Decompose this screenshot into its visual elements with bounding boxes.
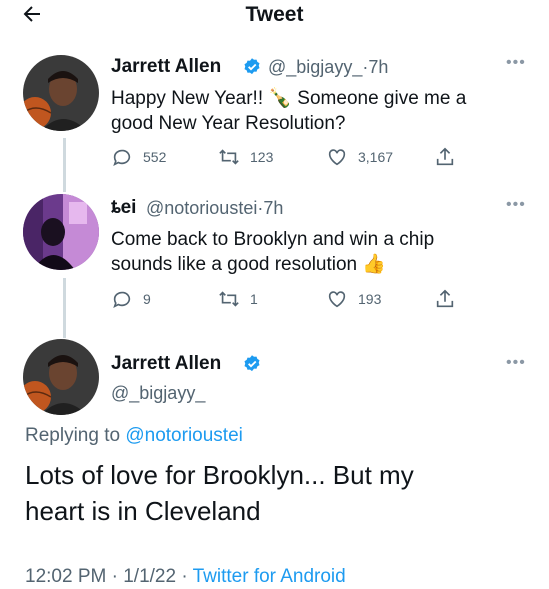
retweet-icon — [219, 291, 239, 307]
main-tweet-text-line: Lots of love for Brooklyn... But my — [25, 460, 414, 490]
tweet-text: Happy New Year!! 🍾 Someone give me a goo… — [111, 86, 466, 136]
timestamp[interactable]: 7h — [263, 198, 283, 218]
main-tweet-text: Lots of love for Brooklyn... But my hear… — [25, 457, 414, 529]
reply-button[interactable]: 552 — [111, 146, 166, 168]
avatar-tei[interactable] — [23, 194, 99, 270]
more-options-icon[interactable]: ••• — [506, 196, 526, 214]
tweet-text-line: Happy New Year!! 🍾 Someone give me a — [111, 88, 467, 109]
retweet-count: 123 — [250, 149, 274, 165]
like-button[interactable]: 193 — [326, 288, 381, 310]
replying-to-handle[interactable]: @notorioustei — [125, 425, 243, 446]
author-name[interactable]: Jarrett Allen — [111, 353, 221, 375]
share-icon — [436, 289, 454, 308]
tweet-source[interactable]: Twitter for Android — [193, 566, 346, 587]
reply-icon — [113, 149, 131, 166]
author-name[interactable]: ȶei — [111, 197, 136, 219]
main-tweet-text-line: heart is in Cleveland — [25, 496, 261, 526]
heart-icon — [328, 149, 346, 166]
retweet-icon — [219, 149, 239, 165]
tweet-text-line: Come back to Brooklyn and win a chip — [111, 229, 435, 250]
retweet-count: 1 — [250, 291, 258, 307]
retweet-button[interactable]: 123 — [218, 146, 273, 168]
like-button[interactable]: 3,167 — [326, 146, 393, 168]
like-count: 193 — [358, 291, 382, 307]
author-handle: @notorioustei·7h — [146, 198, 283, 219]
more-options-icon[interactable]: ••• — [506, 54, 526, 72]
thread-connector-line — [63, 278, 66, 338]
verified-badge-icon — [242, 354, 262, 374]
tweet-text-line: good New Year Resolution? — [111, 113, 346, 134]
author-handle[interactable]: @_bigjayy_ — [111, 383, 205, 404]
handle-text[interactable]: @_bigjayy_ — [268, 57, 362, 77]
tweet-text-line: sounds like a good resolution 👍 — [111, 254, 387, 275]
tweet-date[interactable]: 1/1/22 — [123, 566, 176, 587]
separator-dot: · — [111, 566, 118, 587]
replying-to-label: Replying to — [25, 425, 121, 446]
share-button[interactable] — [434, 288, 466, 310]
reply-count: 552 — [143, 149, 167, 165]
author-handle: @_bigjayy_·7h — [268, 57, 388, 78]
author-name[interactable]: Jarrett Allen — [111, 56, 221, 78]
share-icon — [436, 147, 454, 166]
reply-button[interactable]: 9 — [111, 288, 151, 310]
avatar-jarrett-allen[interactable] — [23, 55, 99, 131]
reply-count: 9 — [143, 291, 151, 307]
tweet-text: Come back to Brooklyn and win a chip sou… — [111, 227, 434, 277]
like-count: 3,167 — [358, 149, 394, 165]
retweet-button[interactable]: 1 — [218, 288, 258, 310]
replying-to: Replying to @notorioustei — [25, 425, 243, 447]
more-options-icon[interactable]: ••• — [506, 354, 526, 372]
verified-badge-icon — [242, 57, 262, 77]
thread-connector-line — [63, 138, 66, 192]
tweet-time[interactable]: 12:02 PM — [25, 566, 106, 587]
heart-icon — [328, 291, 346, 308]
handle-text[interactable]: @notorioustei — [146, 198, 257, 218]
reply-icon — [113, 291, 131, 308]
tweet-meta: 12:02 PM · 1/1/22 · Twitter for Android — [25, 566, 346, 588]
separator-dot: · — [181, 566, 188, 587]
avatar-jarrett-allen[interactable] — [23, 339, 99, 415]
page-title: Tweet — [245, 3, 304, 26]
timestamp[interactable]: 7h — [368, 57, 388, 77]
share-button[interactable] — [434, 146, 466, 168]
